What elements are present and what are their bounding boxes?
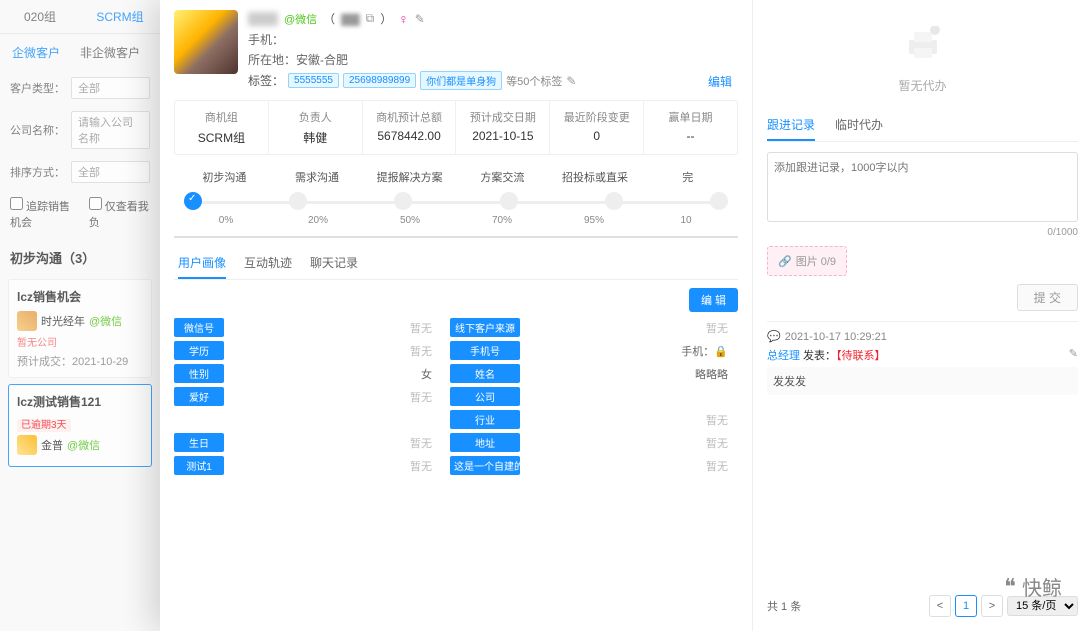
tags-more: 等50个标签 <box>506 73 562 89</box>
filter-sort-label: 排序方式： <box>10 164 65 180</box>
tab-user-profile[interactable]: 用户画像 <box>178 248 226 279</box>
tag-1[interactable]: 5555555 <box>288 73 339 88</box>
char-count: 0/1000 <box>767 227 1078 238</box>
gender-female-icon: ♀ <box>398 11 409 27</box>
subtab-nonwecom[interactable]: 非企微客户 <box>80 44 140 61</box>
detail-overlay: @微信 （▇▇ ⧉） ♀ ✎ 手机： 所在地：安徽-合肥 标签： 5555555… <box>160 0 1092 631</box>
filter-company-label: 公司名称： <box>10 122 65 138</box>
opportunity-card-2[interactable]: lcz测试销售121 已逾期3天 金普@微信 <box>8 384 152 467</box>
submit-button[interactable]: 提 交 <box>1017 284 1078 311</box>
rtab-follow[interactable]: 跟进记录 <box>767 110 815 141</box>
todo-empty-state: 暂无代办 <box>767 14 1078 110</box>
wechat-tag: @微信 <box>284 11 317 27</box>
left-panel: 020组 SCRM组 企微客户 非企微客户 客户类型： 全部 公司名称： 请输入公司… <box>0 0 160 631</box>
tab-chat-log[interactable]: 聊天记录 <box>310 248 358 279</box>
profile-header: @微信 （▇▇ ⧉） ♀ ✎ 手机： 所在地：安徽-合肥 标签： 5555555… <box>174 10 738 90</box>
link-icon: 🔗 <box>778 255 792 268</box>
stage-progress: 初步沟通需求沟通提报解决方案方案交流招投标或直采完 0%20%50%70%95%… <box>174 169 738 226</box>
tab-interaction[interactable]: 互动轨迹 <box>244 248 292 279</box>
stage-dot-3[interactable] <box>394 192 412 210</box>
tags-label: 标签： <box>248 72 284 89</box>
lock-icon: 🔒 <box>714 346 728 358</box>
filter-company-input[interactable]: 请输入公司名称 <box>71 111 150 149</box>
printer-icon <box>767 26 1078 71</box>
stage-dot-1[interactable] <box>184 192 202 210</box>
stage-dot-5[interactable] <box>605 192 623 210</box>
filter-type-select[interactable]: 全部 <box>71 77 150 99</box>
stage-dot-2[interactable] <box>289 192 307 210</box>
profile-avatar <box>174 10 238 74</box>
edit-name-icon[interactable]: ✎ <box>415 12 425 26</box>
pager-total: 共 1 条 <box>767 598 801 614</box>
filter-type-label: 客户类型： <box>10 80 65 96</box>
stage-dot-4[interactable] <box>500 192 518 210</box>
group-tab-020[interactable]: 020组 <box>0 0 80 33</box>
opportunity-card-1[interactable]: lcz销售机会 时光经年@微信 暂无公司 预计成交：2021-10-29 <box>8 279 152 378</box>
comment-icon: 💬 <box>767 330 781 343</box>
group-tab-scrm[interactable]: SCRM组 <box>80 0 160 33</box>
image-upload[interactable]: 🔗图片 0/9 <box>767 246 847 276</box>
avatar <box>17 311 37 331</box>
wechat-icon: ❝ <box>1004 574 1016 600</box>
subtab-wecom[interactable]: 企微客户 <box>12 44 60 61</box>
edit-tags-icon[interactable]: ✎ <box>566 74 576 88</box>
tag-3[interactable]: 你们都是单身狗 <box>420 71 502 90</box>
filter-sort-select[interactable]: 全部 <box>71 161 150 183</box>
watermark: ❝ 快鲸 <box>1004 572 1062 601</box>
chk-mine[interactable]: 仅查看我负 <box>89 197 150 230</box>
copy-icon[interactable]: ⧉ <box>366 11 375 26</box>
avatar <box>17 435 37 455</box>
edit-log-icon[interactable]: ✎ <box>1069 347 1078 360</box>
chk-track[interactable]: 追踪销售机会 <box>10 197 81 230</box>
stage-dot-6[interactable] <box>710 192 728 210</box>
pager-prev[interactable]: < <box>929 595 951 617</box>
stage-section-header: 初步沟通（3） <box>0 238 160 273</box>
field-grid: 微信号暂无线下客户来源暂无 学历暂无手机号手机：🔒 性别女姓名略略略 爱好暂无公… <box>174 318 738 475</box>
profile-name-redacted <box>248 12 278 26</box>
profile-edit-link[interactable]: 编辑 <box>708 73 732 90</box>
followup-log-item: 💬2021-10-17 10:29:21 总经理 发表：【待联系】 ✎ 发发发 <box>767 321 1078 403</box>
rtab-todo[interactable]: 临时代办 <box>835 110 883 141</box>
profile-remark-redacted: ▇▇ <box>341 12 359 26</box>
stats-row: 商机组SCRM组 负责人韩健 商机预计总额5678442.00 预计成交日期20… <box>174 100 738 155</box>
tag-2[interactable]: 25698989899 <box>343 73 416 88</box>
edit-fields-button[interactable]: 编 辑 <box>689 288 738 312</box>
pager-next[interactable]: > <box>981 595 1003 617</box>
followup-textarea[interactable] <box>767 152 1078 222</box>
pager-page-1[interactable]: 1 <box>955 595 977 617</box>
